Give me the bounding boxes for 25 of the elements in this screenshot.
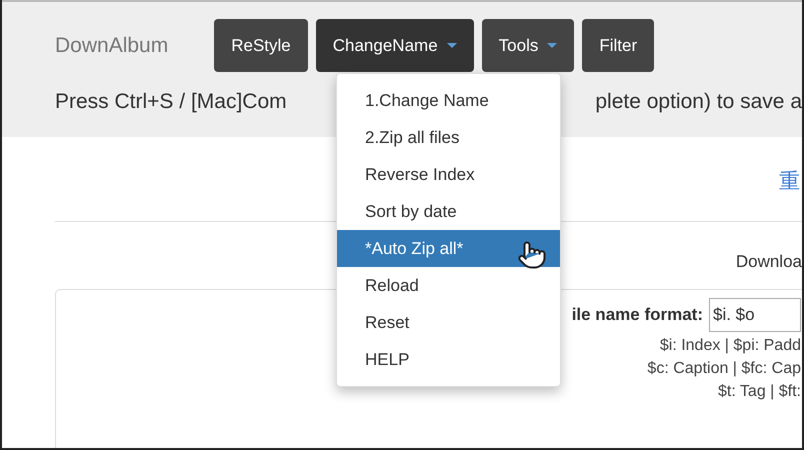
- menu-item[interactable]: Reload: [337, 267, 560, 304]
- toolbar-button[interactable]: ReStyle: [214, 19, 308, 72]
- menu-item[interactable]: HELP: [337, 341, 560, 378]
- help-text: $i: Index | $pi: Padd: [660, 337, 801, 355]
- caret-icon: [446, 43, 457, 48]
- menu-item[interactable]: Sort by date: [337, 193, 560, 230]
- brand-title[interactable]: DownAlbum: [55, 34, 168, 58]
- format-label: ile name format:: [572, 305, 703, 325]
- help-text: $t: Tag | $ft:: [718, 383, 801, 401]
- caret-icon: [547, 43, 558, 48]
- notice-text: Press Ctrl+S / [Mac]Com: [55, 90, 287, 114]
- menu-item[interactable]: 1.Change Name: [337, 82, 560, 119]
- menu-item[interactable]: 2.Zip all files: [337, 119, 560, 156]
- toolbar-button[interactable]: Tools: [482, 19, 574, 72]
- toolbar-button[interactable]: Filter: [582, 19, 654, 72]
- format-input[interactable]: $i. $o: [709, 298, 801, 332]
- download-label: Downloa: [736, 252, 802, 272]
- hand-cursor-icon: [517, 240, 547, 270]
- menu-item[interactable]: Reverse Index: [337, 156, 560, 193]
- help-text: $c: Caption | $fc: Cap: [647, 360, 801, 378]
- notice-text: plete option) to save a: [595, 90, 802, 114]
- toolbar-button[interactable]: ChangeName: [316, 19, 474, 72]
- menu-item[interactable]: *Auto Zip all*: [337, 230, 560, 267]
- link-text[interactable]: 重: [779, 167, 800, 195]
- menu-item[interactable]: Reset: [337, 304, 560, 341]
